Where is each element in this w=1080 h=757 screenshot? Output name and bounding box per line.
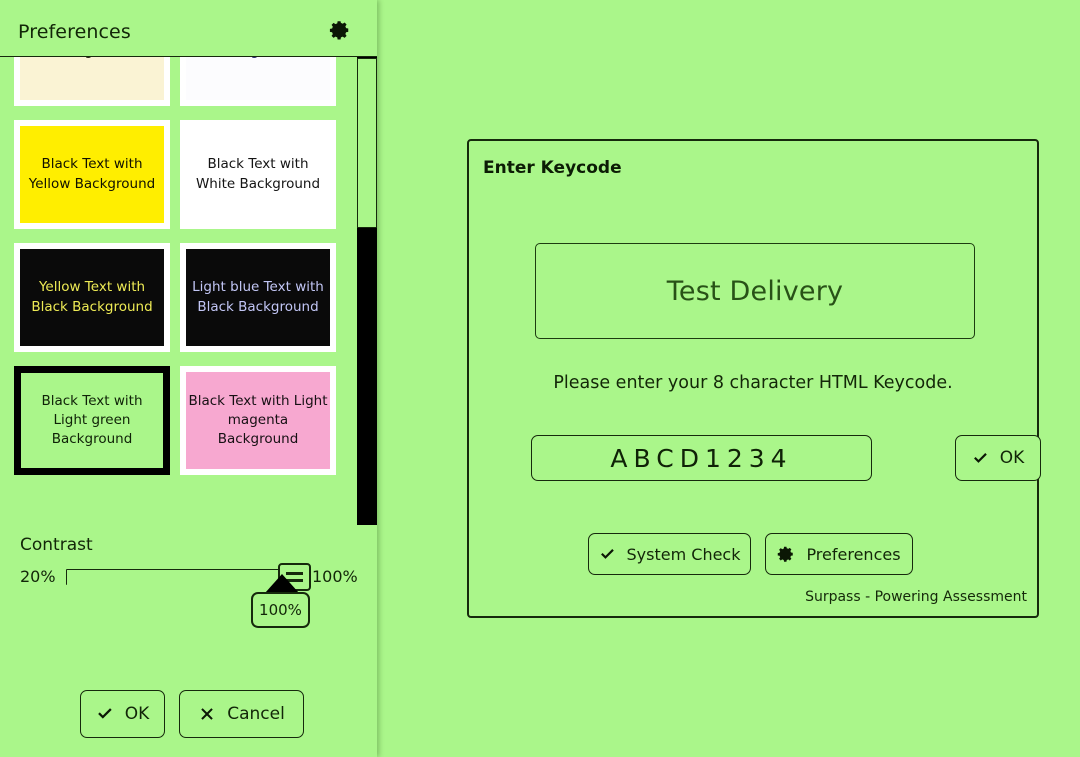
preferences-button[interactable]: Preferences xyxy=(765,533,913,575)
dialog-action-buttons: System Check Preferences xyxy=(588,533,913,575)
theme-swatch[interactable]: Yellow Text with Black Background xyxy=(14,243,170,352)
scrollbar-thumb[interactable] xyxy=(357,58,377,228)
theme-swatch-label: Black Text with White Background xyxy=(186,126,330,223)
theme-swatch[interactable]: Background xyxy=(14,57,170,106)
theme-swatch[interactable]: Black Text with Light green Background xyxy=(14,366,170,475)
gear-icon xyxy=(777,545,795,563)
preferences-cancel-label: Cancel xyxy=(227,704,285,724)
keycode-ok-button[interactable]: OK xyxy=(955,435,1041,481)
check-icon xyxy=(972,450,989,467)
contrast-control: Contrast 20% 100% 100% xyxy=(0,528,377,638)
theme-swatch[interactable]: Light blue Text with Black Background xyxy=(180,243,336,352)
test-name-box: Test Delivery xyxy=(535,243,975,339)
brand-footer: Surpass - Powering Assessment xyxy=(805,589,1027,605)
theme-swatch-scroll-area[interactable]: Background Background Black Text with Yell… xyxy=(0,57,377,525)
theme-swatch[interactable]: Black Text with White Background xyxy=(180,120,336,229)
keycode-instruction: Please enter your 8 character HTML Keyco… xyxy=(553,373,953,393)
page-title: Preferences xyxy=(18,21,131,43)
contrast-slider-row: 20% 100% xyxy=(20,563,360,591)
theme-swatch-grid: Background Background Black Text with Yell… xyxy=(0,57,350,489)
preferences-cancel-button[interactable]: Cancel xyxy=(179,690,304,738)
app-root: Preferences Background Background Black Te… xyxy=(0,0,1080,757)
cross-icon xyxy=(198,705,216,723)
tooltip-arrow-icon xyxy=(265,574,299,593)
preferences-header: Preferences xyxy=(0,0,377,57)
theme-swatch[interactable]: Black Text with Light magenta Background xyxy=(180,366,336,475)
check-icon xyxy=(96,705,114,723)
keycode-entry-row: ABCD1234 OK xyxy=(531,435,1041,481)
theme-list-scrollbar[interactable] xyxy=(357,57,377,525)
theme-swatch[interactable]: Black Text with Yellow Background xyxy=(14,120,170,229)
preferences-button-label: Preferences xyxy=(806,544,901,564)
gear-icon[interactable] xyxy=(329,19,351,41)
dialog-title: Enter Keycode xyxy=(483,158,622,178)
theme-swatch[interactable]: Background xyxy=(180,57,336,106)
theme-swatch-label: Black Text with Light magenta Background xyxy=(186,372,330,469)
contrast-max-label: 100% xyxy=(312,567,358,586)
system-check-button[interactable]: System Check xyxy=(588,533,751,575)
preferences-panel: Preferences Background Background Black Te… xyxy=(0,0,377,757)
check-icon xyxy=(599,546,616,563)
preferences-footer: OK Cancel xyxy=(0,690,377,750)
contrast-label: Contrast xyxy=(20,535,93,555)
keycode-input[interactable]: ABCD1234 xyxy=(531,435,872,481)
theme-swatch-label: Light blue Text with Black Background xyxy=(186,249,330,346)
preferences-ok-button[interactable]: OK xyxy=(80,690,165,738)
system-check-label: System Check xyxy=(626,544,741,564)
theme-swatch-label: Black Text with Yellow Background xyxy=(20,126,164,223)
keycode-ok-label: OK xyxy=(999,448,1025,468)
contrast-min-label: 20% xyxy=(20,567,56,586)
contrast-value-tooltip: 100% xyxy=(251,592,310,628)
theme-swatch-label: Black Text with Light green Background xyxy=(21,373,163,468)
test-name-label: Test Delivery xyxy=(666,275,844,307)
preferences-ok-label: OK xyxy=(124,704,150,724)
theme-swatch-label: Background xyxy=(20,57,164,100)
theme-swatch-label: Background xyxy=(186,57,330,100)
theme-swatch-label: Yellow Text with Black Background xyxy=(20,249,164,346)
enter-keycode-dialog: Enter Keycode Test Delivery Please enter… xyxy=(467,139,1041,618)
